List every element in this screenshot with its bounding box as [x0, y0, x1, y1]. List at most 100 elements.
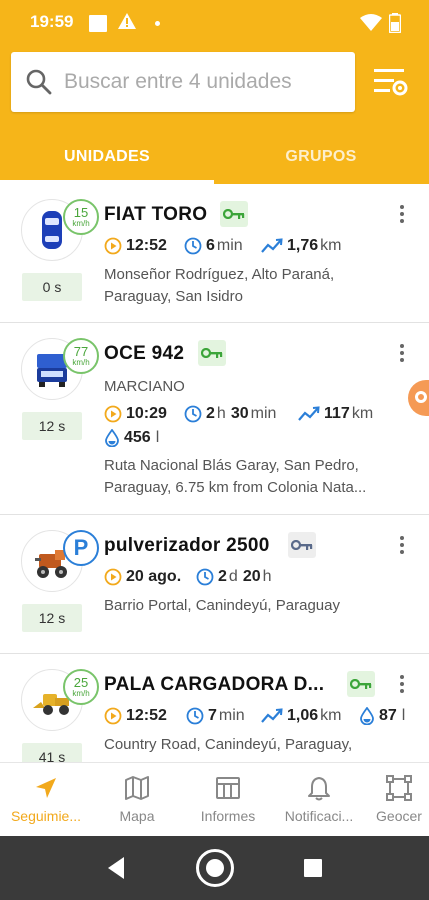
nav-label: Informes [200, 808, 256, 824]
unit-card[interactable]: 25 km/h 41 s PALA CARGADORA D... 12:52 7… [0, 654, 429, 762]
ignition-key-icon [288, 532, 316, 558]
tab-groups[interactable]: GRUPOS [214, 130, 428, 184]
fuel-unit: l [155, 429, 160, 446]
duration-minutes-unit: min [250, 405, 277, 422]
play-clock-icon [104, 405, 122, 423]
search-icon [26, 69, 52, 95]
search-input[interactable] [64, 65, 344, 99]
nav-map[interactable]: Mapa [91, 763, 183, 837]
last-update-age: 41 s [22, 743, 82, 762]
system-navigation-bar [0, 836, 429, 900]
unit-name: pulverizador 2500 [104, 535, 270, 556]
filter-settings-icon[interactable] [372, 65, 410, 99]
distance-value: 117 [324, 405, 350, 422]
fuel-drop-icon [105, 429, 119, 447]
distance-value: 1,76 [287, 237, 319, 254]
unit-card[interactable]: 77 km/h 12 s OCE 942 MARCIANO 10:29 2h 3… [0, 323, 429, 515]
nav-tracking[interactable]: Seguimie... [0, 763, 92, 837]
nav-label: Geocer [376, 808, 422, 824]
duration-value: 6 [206, 237, 215, 254]
duration-value: 7 [208, 707, 217, 724]
distance-unit: km [320, 237, 342, 254]
clock-icon [196, 568, 214, 586]
more-options-icon[interactable] [395, 202, 409, 230]
back-icon[interactable] [107, 856, 125, 880]
ignition-key-icon [198, 340, 226, 366]
duration-hours-unit: h [216, 405, 226, 422]
ignition-key-icon [220, 201, 248, 227]
clock-icon [186, 707, 204, 725]
tab-units[interactable]: UNIDADES [0, 130, 214, 184]
address-line: Paraguay, San Isidro [104, 288, 243, 305]
navigation-arrow-icon [36, 778, 56, 798]
distance-chart-icon [261, 708, 283, 723]
recent-apps-icon[interactable] [304, 859, 322, 877]
speed-badge: 77 km/h [63, 338, 99, 374]
clock-icon [184, 405, 202, 423]
driver-name: MARCIANO [104, 378, 185, 395]
clock-icon [184, 237, 202, 255]
home-icon[interactable] [196, 849, 234, 887]
play-clock-icon [104, 707, 122, 725]
unit-name: OCE 942 [104, 343, 185, 364]
duration-minutes: 30 [230, 405, 249, 422]
fuel-drop-icon [360, 707, 374, 725]
bottom-navigation: Seguimie... Mapa Informes Notificaci... … [0, 762, 429, 836]
unit-name: FIAT TORO [104, 204, 208, 225]
distance-unit: km [351, 405, 374, 422]
duration-unit: min [216, 237, 243, 254]
nav-geofences[interactable]: Geocer [364, 763, 429, 837]
more-options-icon[interactable] [395, 672, 409, 700]
parking-badge: P [63, 530, 99, 566]
more-options-icon[interactable] [395, 533, 409, 561]
fuel-unit: l [401, 707, 406, 724]
unit-address: Monseñor Rodríguez, Alto Paraná, Paragua… [104, 264, 410, 308]
address-line: Ruta Nacional Blás Garay, San Pedro, [104, 457, 359, 474]
fuel-value: 87 [379, 707, 397, 724]
app-header: UNIDADES GRUPOS [0, 44, 429, 184]
address-line: Monseñor Rodríguez, Alto Paraná, [104, 266, 335, 283]
geofence-icon [386, 775, 412, 801]
notification-dot-icon [155, 21, 160, 26]
last-trip-time: 12:52 [126, 707, 167, 724]
address-line: Barrio Portal, Canindeyú, Paraguay [104, 597, 340, 614]
unit-card[interactable]: P 12 s pulverizador 2500 20 ago. 2d 20 h … [0, 515, 429, 654]
unit-card[interactable]: 15 km/h 0 s FIAT TORO 12:52 6 min 1,76 km … [0, 184, 429, 323]
distance-chart-icon [298, 406, 320, 421]
speed-value: 15 [73, 205, 89, 220]
report-icon [216, 777, 240, 799]
unit-address: Ruta Nacional Blás Garay, San Pedro, Par… [104, 455, 410, 499]
duration-unit: min [218, 707, 245, 724]
fuel-value: 456 [124, 429, 151, 446]
map-icon [125, 776, 149, 800]
nav-reports[interactable]: Informes [182, 763, 274, 837]
warning-icon [118, 13, 136, 29]
speed-value: 25 [73, 675, 89, 690]
search-box[interactable] [11, 52, 355, 112]
bell-icon [308, 777, 330, 801]
address-line: Country Road, Canindeyú, Paraguay, [104, 736, 353, 753]
play-clock-icon [104, 237, 122, 255]
notification-square-icon [89, 15, 107, 32]
nav-label: Mapa [119, 808, 155, 824]
play-clock-icon [104, 568, 122, 586]
duration-days-unit: d [228, 568, 238, 585]
last-trip-time: 10:29 [126, 405, 167, 422]
battery-icon [389, 13, 401, 33]
car-icon [42, 211, 62, 249]
speed-badge: 15 km/h [63, 199, 99, 235]
speed-unit: km/h [72, 689, 90, 698]
last-update-age: 12 s [22, 412, 82, 440]
ignition-key-icon [347, 671, 375, 697]
speed-value: 77 [73, 344, 89, 359]
status-time: 19:59 [30, 12, 74, 31]
unit-list[interactable]: 15 km/h 0 s FIAT TORO 12:52 6 min 1,76 km … [0, 184, 429, 762]
more-options-icon[interactable] [395, 341, 409, 369]
duration-hours-unit: h [262, 568, 272, 585]
status-bar: 19:59 [0, 0, 429, 44]
nav-notifications[interactable]: Notificaci... [273, 763, 365, 837]
last-update-age: 12 s [22, 604, 82, 632]
address-line: Paraguay, 6.75 km from Colonia Nata... [104, 479, 367, 496]
unit-name: PALA CARGADORA D... [104, 674, 325, 695]
unit-address: Country Road, Canindeyú, Paraguay, [104, 734, 410, 756]
